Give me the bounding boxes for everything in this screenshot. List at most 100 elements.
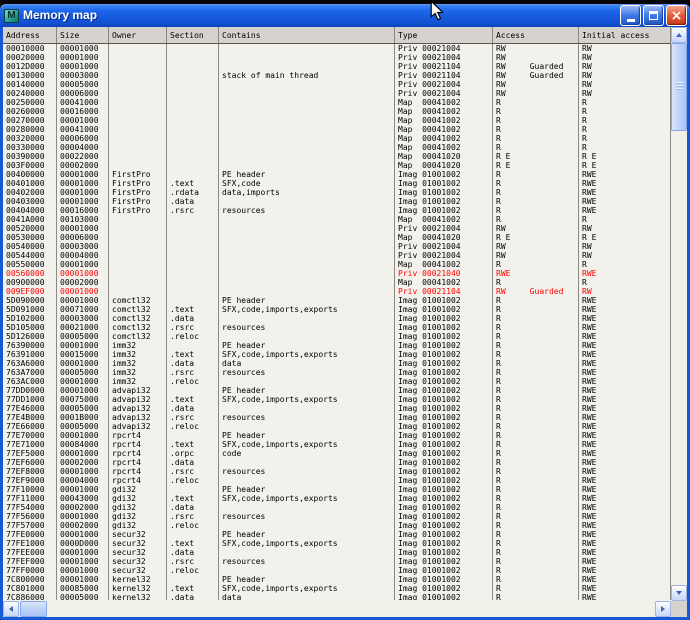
table-row[interactable]: 77FE000000001000secur32PE headerImag 010…	[3, 530, 671, 539]
table-row[interactable]: 7639000000001000imm32PE headerImag 01001…	[3, 341, 671, 350]
table-row[interactable]: 0013000000003000stack of main threadPriv…	[3, 71, 671, 80]
column-header-owner[interactable]: Owner	[109, 27, 167, 43]
table-row[interactable]: 77E7000000001000rpcrt4PE headerImag 0100…	[3, 431, 671, 440]
table-row[interactable]: 77E4600000005000advapi32.dataImag 010010…	[3, 404, 671, 413]
table-row[interactable]: 77EF500000001000rpcrt4.orpccodeImag 0100…	[3, 449, 671, 458]
cell-section: .text	[167, 179, 219, 188]
cell-owner: advapi32	[109, 413, 167, 422]
table-row[interactable]: 77E7100000084000rpcrt4.textSFX,code,impo…	[3, 440, 671, 449]
table-row[interactable]: 7C80100000085000kernel32.textSFX,code,im…	[3, 584, 671, 593]
column-header-contains[interactable]: Contains	[219, 27, 395, 43]
table-row[interactable]: 77FEE00000001000secur32.dataImag 0100100…	[3, 548, 671, 557]
table-row[interactable]: 0055000000001000Map 00041002RR	[3, 260, 671, 269]
table-row[interactable]: 5D10200000003000comctl32.dataImag 010010…	[3, 314, 671, 323]
column-header-access[interactable]: Access	[493, 27, 579, 43]
table-row[interactable]: 5D09000000001000comctl32PE headerImag 01…	[3, 296, 671, 305]
table-row[interactable]: 7C80000000001000kernel32PE headerImag 01…	[3, 575, 671, 584]
cell-size: 00001000	[57, 359, 109, 368]
cell-owner	[109, 107, 167, 116]
table-row[interactable]: 763AC00000001000imm32.relocImag 01001002…	[3, 377, 671, 386]
cell-initial: R	[579, 143, 671, 152]
table-row[interactable]: 0025000000041000Map 00041002RR	[3, 98, 671, 107]
table-row[interactable]: 5D12600000005000comctl32.relocImag 01001…	[3, 332, 671, 341]
table-row[interactable]: 5D10500000021000comctl32.rsrcresourcesIm…	[3, 323, 671, 332]
table-row[interactable]: 0054400000004000Priv 00021004RWRW	[3, 251, 671, 260]
table-row[interactable]: 7C88600000005000kernel32.datadataImag 01…	[3, 593, 671, 600]
column-header-size[interactable]: Size	[57, 27, 109, 43]
table-row[interactable]: 0024000000006000Priv 00021004RWRW	[3, 89, 671, 98]
table-row[interactable]: 7639100000015000imm32.textSFX,code,impor…	[3, 350, 671, 359]
table-row[interactable]: 0032000000006000Map 00041002RR	[3, 134, 671, 143]
vertical-scroll-thumb[interactable]	[671, 43, 687, 131]
table-row[interactable]: 77FE10000000D000secur32.textSFX,code,imp…	[3, 539, 671, 548]
table-row[interactable]: 77F5700000002000gdi32.relocImag 01001002…	[3, 521, 671, 530]
table-row[interactable]: 0014000000005000Priv 00021004RWRW	[3, 80, 671, 89]
column-header-address[interactable]: Address	[3, 27, 57, 43]
table-row[interactable]: 77F1000000001000gdi32PE headerImag 01001…	[3, 485, 671, 494]
table-row[interactable]: 0040200000001000FirstPro.rdatadata,impor…	[3, 188, 671, 197]
vertical-scroll-track[interactable]	[671, 43, 687, 585]
table-row[interactable]: 77EF900000004000rpcrt4.relocImag 0100100…	[3, 476, 671, 485]
table-row[interactable]: 0053000000006000Map 00041020R ER E	[3, 233, 671, 242]
cell-section	[167, 62, 219, 71]
cell-size: 00005000	[57, 593, 109, 600]
table-row[interactable]: 0040400000016000FirstPro.rsrcresourcesIm…	[3, 206, 671, 215]
table-row[interactable]: 77FEF00000001000secur32.rsrcresourcesIma…	[3, 557, 671, 566]
table-row[interactable]: 77E6600000005000advapi32.relocImag 01001…	[3, 422, 671, 431]
table-row[interactable]: 0040100000001000FirstPro.textSFX,codeIma…	[3, 179, 671, 188]
table-row[interactable]: 77EF800000001000rpcrt4.rsrcresourcesImag…	[3, 467, 671, 476]
scroll-left-button[interactable]	[3, 601, 19, 617]
table-row[interactable]: 77FF000000001000secur32.relocImag 010010…	[3, 566, 671, 575]
minimize-button[interactable]	[620, 5, 641, 26]
close-button[interactable]: ×	[666, 5, 687, 26]
table-row[interactable]: 77DD000000001000advapi32PE headerImag 01…	[3, 386, 671, 395]
table-row[interactable]: 77EF600000002000rpcrt4.dataImag 01001002…	[3, 458, 671, 467]
table-row[interactable]: 0012D00000001000Priv 00021104RW GuardedR…	[3, 62, 671, 71]
scroll-right-button[interactable]	[655, 601, 671, 617]
titlebar[interactable]: M Memory map ×	[0, 4, 690, 27]
cell-type: Map 00041002	[395, 116, 493, 125]
column-header-initial[interactable]: Initial access	[579, 27, 671, 43]
column-header-section[interactable]: Section	[167, 27, 219, 43]
table-row[interactable]: 5D09100000071000comctl32.textSFX,code,im…	[3, 305, 671, 314]
column-header-type[interactable]: Type	[395, 27, 493, 43]
table-row[interactable]: 0039000000022000Map 00041020R ER E	[3, 152, 671, 161]
table-row[interactable]: 763A700000005000imm32.rsrcresourcesImag …	[3, 368, 671, 377]
table-row[interactable]: 0040000000001000FirstProPE headerImag 01…	[3, 170, 671, 179]
arrow-left-icon	[9, 606, 13, 612]
table-row[interactable]: 0028000000041000Map 00041002RR	[3, 125, 671, 134]
horizontal-scroll-track[interactable]	[19, 601, 655, 617]
horizontal-scroll-thumb[interactable]	[20, 601, 47, 617]
table-row[interactable]: 77F5400000002000gdi32.dataImag 01001002R…	[3, 503, 671, 512]
table-row[interactable]: 77E4B0000001B000advapi32.rsrcresourcesIm…	[3, 413, 671, 422]
table-row[interactable]: 0040300000001000FirstPro.dataImag 010010…	[3, 197, 671, 206]
table-row[interactable]: 77F1100000043000gdi32.textSFX,code,impor…	[3, 494, 671, 503]
cell-contains: data,imports	[219, 188, 395, 197]
table-row[interactable]: 0033000000004000Map 00041002RR	[3, 143, 671, 152]
table-row[interactable]: 0056000000001000Priv 00021040RWERWE	[3, 269, 671, 278]
cell-contains	[219, 503, 395, 512]
cell-contains	[219, 287, 395, 296]
vertical-scrollbar[interactable]	[671, 27, 687, 601]
table-row[interactable]: 009EF00000001000Priv 00021104RW GuardedR…	[3, 287, 671, 296]
table-row[interactable]: 0001000000001000Priv 00021004RWRW	[3, 44, 671, 53]
cell-contains	[219, 143, 395, 152]
cell-owner: FirstPro	[109, 170, 167, 179]
table-row[interactable]: 77F5600000001000gdi32.rsrcresourcesImag …	[3, 512, 671, 521]
table-row[interactable]: 0026000000016000Map 00041002RR	[3, 107, 671, 116]
table-row[interactable]: 0041A00000103000Map 00041002RR	[3, 215, 671, 224]
scroll-down-button[interactable]	[671, 585, 687, 601]
table-row[interactable]: 763A600000001000imm32.datadataImag 01001…	[3, 359, 671, 368]
table-row[interactable]: 0090000000002000Map 00041002RR	[3, 278, 671, 287]
table-row[interactable]: 77DD100000075000advapi32.textSFX,code,im…	[3, 395, 671, 404]
table-row[interactable]: 0027000000001000Map 00041002RR	[3, 116, 671, 125]
table-row[interactable]: 0052000000001000Priv 00021004RWRW	[3, 224, 671, 233]
maximize-button[interactable]	[643, 5, 664, 26]
table-row[interactable]: 003F000000002000Map 00041020R ER E	[3, 161, 671, 170]
scroll-up-button[interactable]	[671, 27, 687, 43]
cell-address: 00540000	[3, 242, 57, 251]
horizontal-scrollbar[interactable]	[3, 601, 671, 617]
cell-initial: RWE	[579, 530, 671, 539]
table-row[interactable]: 0054000000003000Priv 00021004RWRW	[3, 242, 671, 251]
table-row[interactable]: 0002000000001000Priv 00021004RWRW	[3, 53, 671, 62]
